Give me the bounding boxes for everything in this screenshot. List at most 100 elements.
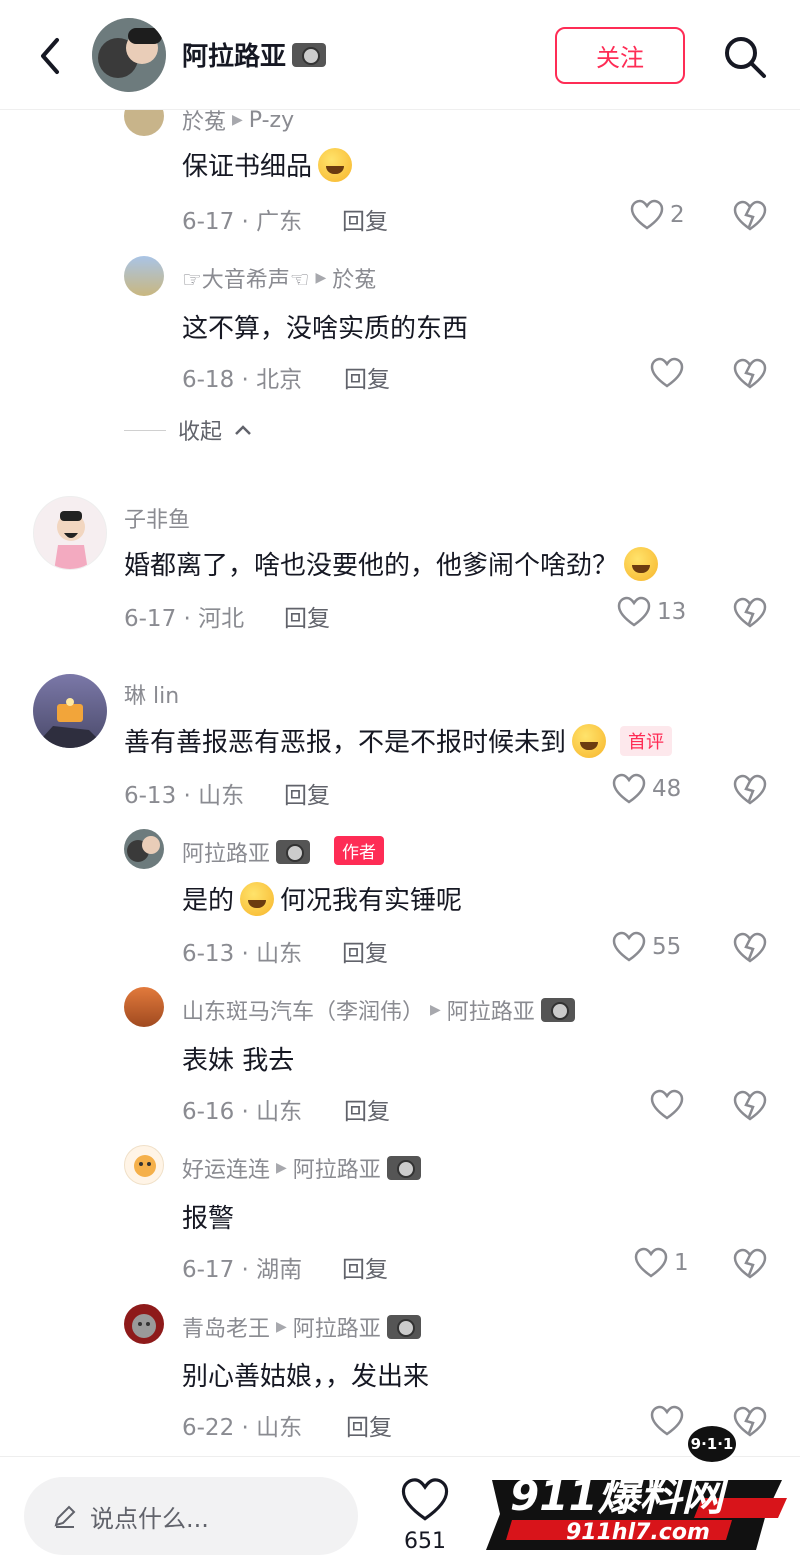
username[interactable]: 山东斑马汽车（李润伟） bbox=[182, 994, 424, 1026]
comment-date-location: 6-17 · 湖南 bbox=[182, 1257, 303, 1283]
avatar[interactable] bbox=[33, 496, 107, 570]
comment-text-content: 保证书细品 bbox=[182, 152, 313, 182]
reply-button[interactable]: 回复 bbox=[342, 1250, 388, 1284]
comment-text-before: 是的 bbox=[182, 886, 235, 916]
comment-text: 是的 何况我有实锤呢 bbox=[182, 880, 462, 917]
avatar[interactable] bbox=[33, 674, 107, 748]
comment-date-location: 6-17 · 河北 bbox=[124, 606, 245, 632]
comment-input-placeholder: 说点什么... bbox=[90, 1504, 209, 1533]
comment-text: 别心善姑娘，，发出来 bbox=[182, 1362, 430, 1392]
dislike-icon[interactable] bbox=[733, 597, 767, 629]
camera-icon bbox=[276, 840, 311, 864]
comment-date-location: 6-22 · 山东 bbox=[182, 1415, 303, 1441]
collapse-replies-button[interactable]: 收起 bbox=[124, 414, 252, 446]
heart-icon bbox=[650, 357, 684, 388]
video-like-count: 651 bbox=[404, 1529, 446, 1554]
username[interactable]: 好运连连 bbox=[182, 1152, 270, 1184]
username[interactable]: ☞大音希声☜ bbox=[182, 262, 309, 294]
like-count: 55 bbox=[652, 934, 682, 960]
reply-arrow-icon: ▶ bbox=[276, 1160, 287, 1176]
username[interactable]: 青岛老王 bbox=[182, 1311, 270, 1343]
like-count: 1 bbox=[674, 1250, 689, 1276]
reply-to-username[interactable]: P-zy bbox=[249, 108, 294, 133]
avatar[interactable] bbox=[124, 256, 164, 296]
dislike-icon[interactable] bbox=[733, 1090, 767, 1122]
dislike-icon[interactable] bbox=[733, 200, 767, 232]
comment-date-location: 6-13 · 山东 bbox=[124, 783, 245, 809]
follow-button[interactable]: 关注 bbox=[555, 27, 685, 84]
heart-icon bbox=[401, 1478, 449, 1521]
like-button[interactable]: 2 bbox=[630, 199, 685, 231]
comment-text: 善有善报恶有恶报，不是不报时候未到 首评 bbox=[124, 722, 673, 759]
header-title-text: 阿拉路亚 bbox=[182, 42, 287, 72]
comment-user: 子非鱼 bbox=[124, 502, 190, 534]
comment-text: 这不算，没啥实质的东西 bbox=[182, 314, 469, 344]
like-button[interactable]: 13 bbox=[617, 596, 686, 628]
reply-to-username[interactable]: 阿拉路亚 bbox=[447, 994, 535, 1026]
dislike-icon[interactable] bbox=[733, 774, 767, 806]
dislike-icon[interactable] bbox=[733, 1248, 767, 1280]
comment-user: 山东斑马汽车（李润伟） ▶ 阿拉路亚 bbox=[182, 994, 575, 1026]
comment-user: 阿拉路亚 bbox=[182, 836, 311, 868]
watermark-badge: 9·1·1 bbox=[686, 1424, 738, 1464]
watermark-title: 911爆料网 bbox=[510, 1471, 724, 1520]
header-avatar[interactable] bbox=[92, 18, 166, 92]
reply-arrow-icon: ▶ bbox=[430, 1002, 441, 1018]
comment-input[interactable]: 说点什么... bbox=[24, 1477, 358, 1555]
reply-to-username[interactable]: 阿拉路亚 bbox=[293, 1152, 381, 1184]
camera-icon bbox=[386, 1156, 421, 1180]
reply-button[interactable]: 回复 bbox=[344, 360, 390, 394]
reply-arrow-icon: ▶ bbox=[315, 270, 327, 286]
username[interactable]: 阿拉路亚 bbox=[182, 836, 270, 868]
like-button[interactable]: 48 bbox=[612, 773, 681, 805]
comment-text-content: 善有善报恶有恶报，不是不报时候未到 bbox=[124, 728, 567, 758]
comment-date-location: 6-13 · 山东 bbox=[182, 941, 303, 967]
comment-user: 琳 lin bbox=[124, 678, 179, 710]
reply-button[interactable]: 回复 bbox=[342, 202, 388, 236]
chevron-left-icon bbox=[41, 38, 59, 74]
camera-icon bbox=[292, 42, 327, 67]
like-button[interactable]: 1 bbox=[634, 1247, 689, 1279]
like-button[interactable] bbox=[650, 357, 690, 389]
username[interactable]: 子非鱼 bbox=[124, 502, 190, 534]
search-button[interactable] bbox=[722, 34, 768, 80]
reply-button[interactable]: 回复 bbox=[284, 599, 330, 633]
heart-icon bbox=[612, 773, 646, 804]
laugh-cry-emoji-icon bbox=[318, 147, 353, 182]
grin-emoji-icon bbox=[240, 881, 275, 916]
camera-icon bbox=[386, 1315, 421, 1339]
heart-icon bbox=[630, 199, 664, 230]
reply-arrow-icon: ▶ bbox=[232, 112, 243, 128]
video-like-button[interactable] bbox=[398, 1477, 452, 1527]
laugh-cry-emoji-icon bbox=[624, 546, 659, 581]
pencil-icon bbox=[54, 1505, 76, 1528]
sad-emoji-icon bbox=[572, 723, 607, 758]
avatar[interactable] bbox=[124, 1304, 164, 1344]
heart-icon bbox=[634, 1247, 668, 1278]
dislike-icon[interactable] bbox=[733, 358, 767, 390]
comment-date-location: 6-18 · 北京 bbox=[182, 367, 303, 393]
avatar[interactable] bbox=[124, 1145, 164, 1185]
like-button[interactable] bbox=[650, 1089, 690, 1121]
reply-to-username[interactable]: 於菟 bbox=[332, 262, 376, 294]
dislike-icon[interactable] bbox=[733, 932, 767, 964]
reply-to-username[interactable]: 阿拉路亚 bbox=[293, 1311, 381, 1343]
comment-text-content: 婚都离了，啥也没要他的，他爹闹个啥劲？ bbox=[124, 551, 619, 581]
reply-button[interactable]: 回复 bbox=[344, 1092, 390, 1126]
avatar[interactable] bbox=[124, 987, 164, 1027]
like-count: 13 bbox=[657, 599, 687, 625]
comment-user: 青岛老王 ▶ 阿拉路亚 bbox=[182, 1311, 421, 1343]
avatar[interactable] bbox=[124, 829, 164, 869]
like-count: 48 bbox=[652, 776, 682, 802]
username[interactable]: 琳 lin bbox=[124, 678, 179, 710]
reply-button[interactable]: 回复 bbox=[284, 776, 330, 810]
comment-text: 表妹 我去 bbox=[182, 1046, 295, 1076]
watermark-logo: 9·1·1 911爆料网 911hl7.com bbox=[482, 1418, 792, 1558]
search-icon bbox=[725, 37, 766, 78]
like-button[interactable]: 55 bbox=[612, 931, 681, 963]
reply-button[interactable]: 回复 bbox=[342, 934, 388, 968]
back-button[interactable] bbox=[30, 34, 70, 78]
reply-arrow-icon: ▶ bbox=[276, 1319, 287, 1335]
reply-button[interactable]: 回复 bbox=[346, 1408, 392, 1442]
watermark-url: 911hl7.com bbox=[566, 1520, 710, 1545]
